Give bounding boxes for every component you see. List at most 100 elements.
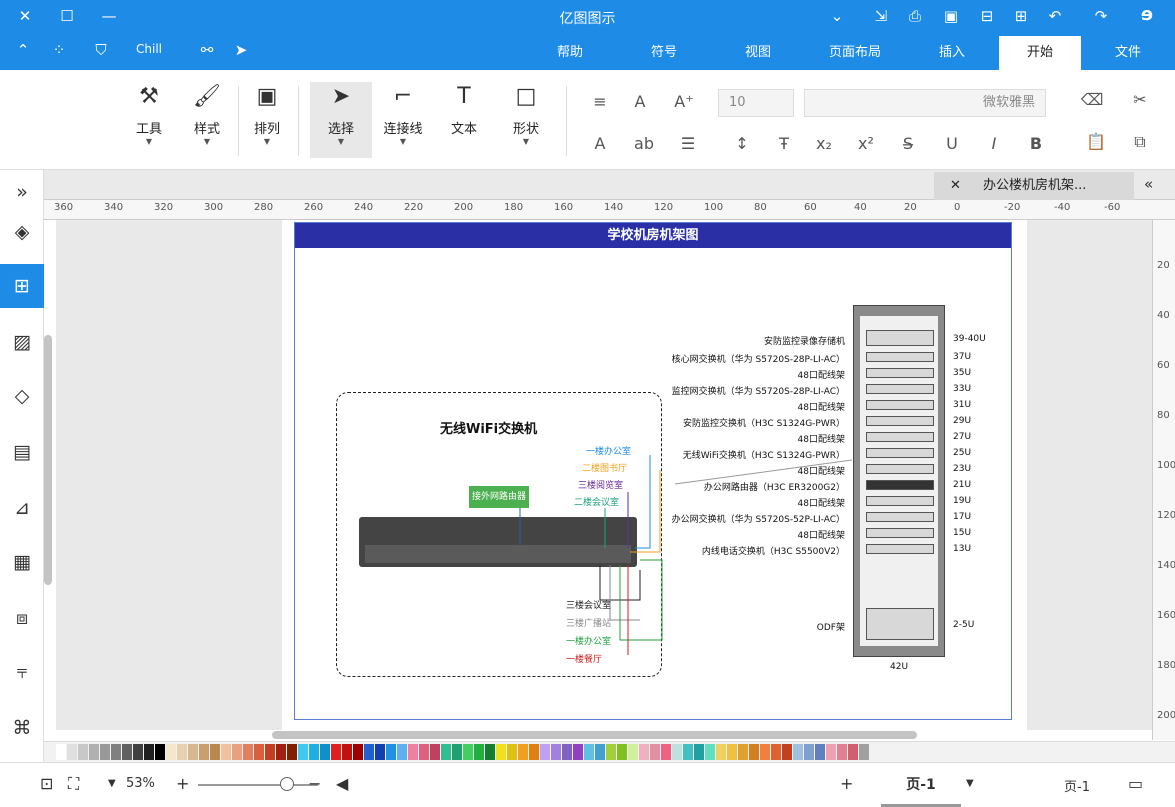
color-swatch[interactable] [199, 744, 209, 760]
add-page-icon[interactable]: + [840, 774, 853, 793]
cable-lines [519, 455, 853, 655]
color-swatch[interactable] [78, 744, 88, 760]
color-swatch[interactable] [309, 744, 319, 760]
color-swatch[interactable] [320, 744, 330, 760]
color-swatch[interactable] [771, 744, 781, 760]
color-swatch[interactable] [672, 744, 682, 760]
color-swatch[interactable] [628, 744, 638, 760]
zoom-slider-track[interactable] [198, 784, 318, 786]
vertical-scrollbar[interactable] [44, 335, 52, 585]
color-swatch[interactable] [177, 744, 187, 760]
color-swatch[interactable] [529, 744, 539, 760]
color-swatch[interactable] [56, 744, 66, 760]
color-swatch[interactable] [221, 744, 231, 760]
color-swatch[interactable] [166, 744, 176, 760]
color-swatch[interactable] [837, 744, 847, 760]
color-swatch[interactable] [298, 744, 308, 760]
color-swatch[interactable] [144, 744, 154, 760]
color-swatch[interactable] [727, 744, 737, 760]
color-swatch[interactable] [243, 744, 253, 760]
color-swatch[interactable] [276, 744, 286, 760]
color-swatch[interactable] [364, 744, 374, 760]
color-swatch[interactable] [793, 744, 803, 760]
zoom-dropdown-icon[interactable]: ▼ [108, 778, 116, 789]
color-swatch[interactable] [551, 744, 561, 760]
color-swatch[interactable] [100, 744, 110, 760]
horizontal-scrollbar[interactable] [272, 731, 917, 739]
cable-label[interactable]: 一楼餐厅 [566, 652, 602, 665]
color-swatch[interactable] [749, 744, 759, 760]
cable-label[interactable]: 三楼广播站 [566, 616, 611, 629]
color-swatch[interactable] [408, 744, 418, 760]
color-swatch[interactable] [562, 744, 572, 760]
color-swatch[interactable] [386, 744, 396, 760]
color-swatch[interactable] [540, 744, 550, 760]
color-swatch[interactable] [441, 744, 451, 760]
play-icon[interactable]: ◀ [336, 774, 348, 793]
color-swatch[interactable] [518, 744, 528, 760]
cable-label[interactable]: 二楼图书厅 [582, 461, 627, 474]
color-swatch[interactable] [342, 744, 352, 760]
color-swatch[interactable] [716, 744, 726, 760]
color-swatch[interactable] [452, 744, 462, 760]
color-swatch[interactable] [232, 744, 242, 760]
color-swatch[interactable] [683, 744, 693, 760]
color-swatch[interactable] [694, 744, 704, 760]
color-swatch[interactable] [375, 744, 385, 760]
cable-label[interactable]: 一楼办公室 [586, 444, 631, 457]
color-swatch[interactable] [804, 744, 814, 760]
page-tab[interactable]: 页-1 [881, 763, 961, 807]
color-swatch[interactable] [859, 744, 869, 760]
page-panel-icon[interactable]: ▭ [1128, 774, 1143, 793]
color-swatch[interactable] [782, 744, 792, 760]
color-swatch[interactable] [111, 744, 121, 760]
color-swatch[interactable] [496, 744, 506, 760]
color-swatch[interactable] [617, 744, 627, 760]
page-dropdown-icon[interactable]: ▼ [966, 778, 974, 789]
color-swatch[interactable] [474, 744, 484, 760]
fullscreen-icon[interactable]: ⛶ [68, 774, 79, 794]
color-swatch[interactable] [122, 744, 132, 760]
color-swatch[interactable] [639, 744, 649, 760]
color-swatch[interactable] [287, 744, 297, 760]
color-swatch[interactable] [188, 744, 198, 760]
color-swatch[interactable] [331, 744, 341, 760]
color-swatch[interactable] [430, 744, 440, 760]
color-swatch[interactable] [89, 744, 99, 760]
color-swatch[interactable] [463, 744, 473, 760]
color-swatch[interactable] [595, 744, 605, 760]
color-swatch[interactable] [485, 744, 495, 760]
color-swatch[interactable] [606, 744, 616, 760]
zoom-slider-handle[interactable] [280, 777, 294, 791]
color-swatch[interactable] [133, 744, 143, 760]
color-swatch[interactable] [210, 744, 220, 760]
color-swatch[interactable] [705, 744, 715, 760]
zoom-in-icon[interactable]: + [176, 774, 189, 793]
color-swatch[interactable] [67, 744, 77, 760]
cable-label[interactable]: 二楼会议室 [574, 495, 619, 508]
zoom-level[interactable]: 53% [126, 776, 155, 791]
cable-label[interactable]: 三楼会议室 [566, 598, 611, 611]
cable-label[interactable]: 一楼办公室 [566, 634, 611, 647]
color-swatch[interactable] [826, 744, 836, 760]
color-swatch[interactable] [265, 744, 275, 760]
color-swatch[interactable] [155, 744, 165, 760]
color-swatch[interactable] [507, 744, 517, 760]
color-swatch[interactable] [353, 744, 363, 760]
color-swatch[interactable] [254, 744, 264, 760]
zoom-out-icon[interactable]: − [308, 774, 321, 793]
color-swatch[interactable] [848, 744, 858, 760]
fit-page-icon[interactable]: ⊡ [40, 774, 53, 793]
cable-line [674, 459, 853, 485]
color-swatch[interactable] [738, 744, 748, 760]
cable-label[interactable]: 三楼阅览室 [578, 478, 623, 491]
current-page-label[interactable]: 页-1 [1064, 776, 1090, 795]
color-swatch[interactable] [573, 744, 583, 760]
color-swatch[interactable] [760, 744, 770, 760]
color-swatch[interactable] [661, 744, 671, 760]
color-swatch[interactable] [815, 744, 825, 760]
color-swatch[interactable] [419, 744, 429, 760]
color-swatch[interactable] [397, 744, 407, 760]
color-swatch[interactable] [584, 744, 594, 760]
color-swatch[interactable] [650, 744, 660, 760]
